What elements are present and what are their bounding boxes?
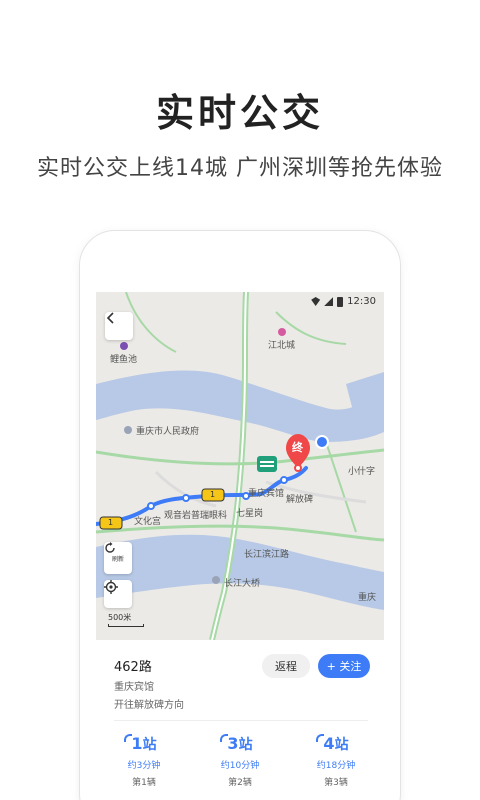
stop-dot [280, 476, 288, 484]
arrival-order: 第2辆 [228, 778, 252, 788]
scale-bar [108, 624, 144, 627]
arrival-item[interactable]: 3站 约10分钟 第2辆 [192, 734, 288, 788]
river-lower [96, 534, 384, 610]
locate-icon [104, 580, 118, 594]
return-button[interactable]: 返程 [262, 654, 310, 678]
map-label: 文化宫 [134, 517, 162, 527]
divider [114, 720, 368, 721]
arrival-item[interactable]: 4站 约18分钟 第3辆 [288, 734, 384, 788]
map-label: 长江滨江路 [244, 550, 290, 560]
realtime-signal-icon [316, 734, 324, 742]
arrival-time: 约18分钟 [316, 761, 356, 771]
bus-label: 1 [108, 518, 114, 527]
realtime-signal-icon [220, 734, 228, 742]
route-name: 462路 [114, 660, 152, 675]
bus-label: 1 [210, 490, 216, 499]
refresh-label: 刷新 [111, 556, 124, 563]
refresh-button[interactable]: 刷新 [104, 542, 132, 574]
route-direction: 开往解放碑方向 [114, 700, 184, 711]
refresh-icon [105, 542, 115, 553]
promo-title: 实时公交 [155, 91, 324, 135]
follow-button[interactable]: + 关注 [318, 654, 370, 678]
map-label: 重庆 [358, 593, 377, 603]
map-label: 解放碑 [286, 495, 314, 505]
arrival-stops: 4站 [323, 734, 349, 753]
poi-icon [120, 342, 128, 350]
poi-icon [278, 328, 286, 336]
stop-dot [147, 502, 155, 510]
status-bar: 12:30 [311, 296, 376, 307]
arrival-item[interactable]: 1站 约3分钟 第1辆 [96, 734, 192, 788]
station-icon [257, 456, 277, 472]
poi-icon [212, 576, 220, 584]
map-label: 七星岗 [236, 509, 264, 519]
arrival-order: 第3辆 [324, 778, 348, 788]
arrival-stops: 1站 [131, 734, 157, 753]
arrival-time: 约10分钟 [220, 761, 260, 771]
map-label: 长江大桥 [224, 579, 261, 589]
locate-button[interactable] [104, 580, 132, 608]
wifi-icon [311, 297, 321, 306]
map-label: 重庆宾馆 [248, 489, 285, 499]
end-marker-label: 终 [292, 441, 303, 454]
map-scale: 500米 [108, 612, 144, 627]
promo-subtitle: 实时公交上线14城 广州深圳等抢先体验 [37, 156, 443, 181]
scale-label: 500米 [108, 613, 132, 622]
map-label: 小什字 [348, 467, 376, 477]
map-label: 鲤鱼池 [110, 355, 138, 365]
arrivals-list: 1站 约3分钟 第1辆 3站 约10分钟 第2辆 4站 约18分钟 第3辆 [96, 734, 384, 788]
battery-icon [337, 296, 344, 307]
arrival-time: 约3分钟 [127, 761, 161, 771]
status-time: 12:30 [347, 296, 376, 307]
route-info-panel: 462路 重庆宾馆 开往解放碑方向 返程 + 关注 1站 约3分钟 第1辆 3站… [96, 640, 384, 800]
map-view[interactable]: 12:30 鲤鱼池 江北城 重庆市人民政府 小什字 重庆宾馆 解放碑 文化宫 观… [96, 292, 384, 640]
route-stop: 重庆宾馆 [114, 682, 154, 693]
stop-dot [182, 494, 190, 502]
back-button[interactable] [105, 312, 133, 340]
arrival-order: 第1辆 [132, 778, 156, 788]
map-label: 观音岩普瑞眼科 [164, 511, 228, 521]
map-label: 重庆市人民政府 [136, 427, 200, 437]
realtime-signal-icon [124, 734, 132, 742]
map-label: 江北城 [268, 341, 296, 351]
chevron-left-icon [106, 312, 114, 324]
poi-icon [124, 426, 132, 434]
signal-icon [324, 297, 334, 306]
arrival-stops: 3站 [227, 734, 253, 753]
location-dot [315, 435, 329, 449]
app-screen: 12:30 鲤鱼池 江北城 重庆市人民政府 小什字 重庆宾馆 解放碑 文化宫 观… [96, 292, 384, 800]
